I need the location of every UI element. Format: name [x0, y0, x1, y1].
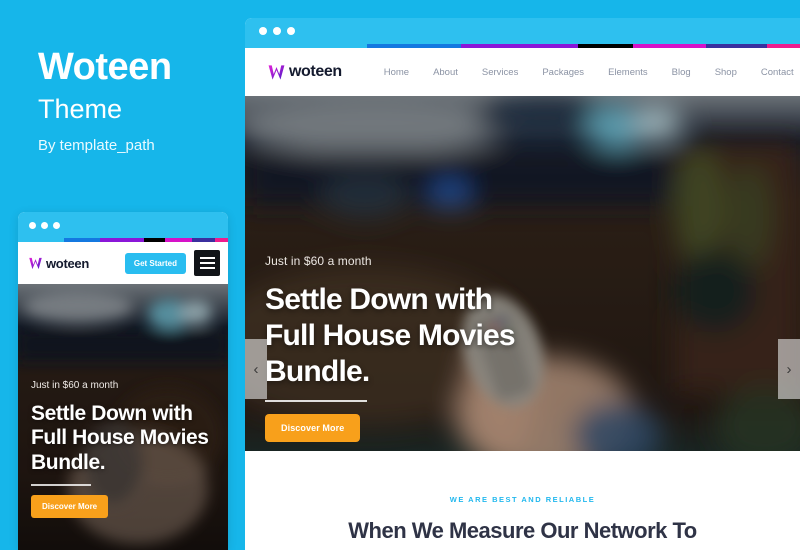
mobile-hero-heading-line1: Settle Down with: [31, 401, 193, 425]
mobile-discover-more-button[interactable]: Discover More: [31, 495, 109, 518]
nav-item-services[interactable]: Services: [470, 67, 530, 78]
nav-item-elements[interactable]: Elements: [596, 67, 660, 78]
mobile-logo-text: woteen: [46, 255, 89, 271]
desktop-color-stripe: [245, 44, 800, 48]
hamburger-menu-icon[interactable]: [194, 250, 220, 276]
desktop-logo[interactable]: woteen: [267, 63, 342, 82]
desktop-navbar: woteen Home About Services Packages Elem…: [245, 48, 800, 96]
desktop-titlebar: [245, 18, 800, 44]
desktop-hero-heading-line2: Full House Movies: [265, 319, 516, 352]
desktop-hero: Just in $60 a month Settle Down with Ful…: [245, 96, 800, 451]
bottom-section-eyebrow: WE ARE BEST AND RELIABLE: [449, 495, 596, 504]
mobile-hero-heading-line3: Bundle.: [31, 451, 106, 475]
window-dot-minimize-icon[interactable]: [41, 221, 48, 229]
desktop-hero-heading-line3: Bundle.: [265, 355, 370, 388]
bottom-section-heading-line2: Homes, We're 99.98% Reliable: [285, 546, 760, 550]
page-root: Woteen Theme By template_path woteen Get…: [0, 0, 800, 550]
mobile-logo[interactable]: woteen: [28, 256, 89, 271]
theme-title: Woteen: [38, 46, 172, 88]
theme-subtitle: Theme: [38, 94, 123, 124]
chevron-left-icon[interactable]: ‹: [245, 339, 267, 399]
chevron-right-icon[interactable]: ›: [778, 339, 800, 399]
nav-item-blog[interactable]: Blog: [660, 67, 703, 78]
nav-item-home[interactable]: Home: [372, 67, 421, 78]
desktop-hero-underline: [265, 400, 367, 402]
desktop-hero-content: Just in $60 a month Settle Down with Ful…: [265, 254, 595, 442]
desktop-preview-mockup: woteen Home About Services Packages Elem…: [245, 18, 800, 550]
mobile-hero-underline: [31, 484, 91, 486]
desktop-bottom-section: WE ARE BEST AND RELIABLE When We Measure…: [245, 451, 800, 550]
discover-more-button[interactable]: Discover More: [265, 414, 361, 442]
mobile-navbar: woteen Get Started: [18, 242, 228, 284]
mobile-hero: Just in $60 a month Settle Down with Ful…: [18, 284, 228, 550]
nav-item-about[interactable]: About: [421, 67, 470, 78]
mobile-hero-eyebrow: Just in $60 a month: [31, 379, 119, 391]
mobile-titlebar: [18, 212, 228, 238]
desktop-hero-eyebrow: Just in $60 a month: [265, 254, 372, 268]
mobile-preview-mockup: woteen Get Started Just in $60 a month S…: [18, 212, 228, 550]
bottom-section-heading-line1: When We Measure Our Network To: [348, 518, 697, 543]
window-dot-minimize-icon[interactable]: [273, 27, 281, 35]
window-dot-maximize-icon[interactable]: [287, 27, 295, 35]
w-logo-icon: [267, 63, 286, 82]
nav-item-packages[interactable]: Packages: [530, 67, 596, 78]
window-dot-close-icon[interactable]: [259, 27, 267, 35]
mobile-hero-content: Just in $60 a month Settle Down with Ful…: [31, 380, 218, 518]
window-dot-maximize-icon[interactable]: [53, 221, 60, 229]
mobile-get-started-button[interactable]: Get Started: [124, 252, 186, 274]
nav-item-contact[interactable]: Contact: [749, 67, 800, 78]
theme-author: By template_path: [38, 137, 155, 154]
desktop-hero-heading-line1: Settle Down with: [265, 283, 493, 316]
desktop-logo-text: woteen: [289, 63, 342, 80]
desktop-main-menu: Home About Services Packages Elements Bl…: [372, 67, 800, 78]
mobile-color-stripe: [18, 238, 228, 242]
nav-item-shop[interactable]: Shop: [703, 67, 749, 78]
w-logo-icon: [28, 256, 43, 271]
mobile-hero-heading-line2: Full House Movies: [31, 426, 209, 450]
window-dot-close-icon[interactable]: [29, 221, 36, 229]
